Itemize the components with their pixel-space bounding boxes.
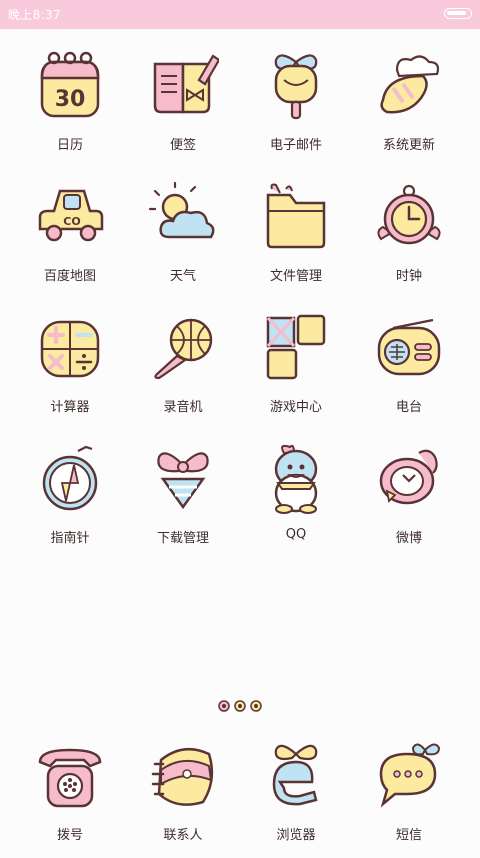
microphone-icon xyxy=(154,318,213,380)
status-time: 晚上8:37 xyxy=(8,8,61,22)
calculator-icon xyxy=(40,320,100,378)
contacts-book-icon xyxy=(151,747,214,806)
app-file-manager[interactable]: 文件管理 xyxy=(240,181,352,299)
app-label: 指南针 xyxy=(50,531,90,546)
page-dot-flower-icon[interactable] xyxy=(234,700,246,712)
game-blocks-icon xyxy=(266,314,326,380)
app-compass[interactable]: 指南针 xyxy=(14,443,126,561)
app-notepad[interactable]: 便签 xyxy=(127,50,239,168)
download-bow-icon xyxy=(157,452,209,510)
app-label: 时钟 xyxy=(395,269,422,284)
app-clock[interactable]: 时钟 xyxy=(353,181,465,299)
dock-contacts[interactable]: 联系人 xyxy=(127,740,239,858)
notepad-icon xyxy=(153,54,219,114)
app-label: 便签 xyxy=(169,138,196,153)
page-dot-flower-icon[interactable] xyxy=(218,700,230,712)
app-label: 百度地图 xyxy=(43,269,96,284)
app-label: 录音机 xyxy=(163,400,203,415)
folder-icon xyxy=(266,183,326,249)
browser-e-icon xyxy=(272,744,318,806)
dock-label: 短信 xyxy=(395,828,422,843)
calendar-day-number: 30 xyxy=(55,87,86,112)
app-label: 电子邮件 xyxy=(269,138,322,153)
compass-icon xyxy=(42,445,98,511)
dock-browser[interactable]: 浏览器 xyxy=(240,740,352,858)
status-bar: 晚上8:37 xyxy=(0,0,480,29)
email-icon xyxy=(274,54,318,120)
app-radio[interactable]: 电台 xyxy=(353,312,465,430)
app-email[interactable]: 电子邮件 xyxy=(240,50,352,168)
telephone-icon xyxy=(38,748,102,808)
app-label: 游戏中心 xyxy=(269,400,322,415)
dock-messages[interactable]: 短信 xyxy=(353,740,465,858)
app-label: 下载管理 xyxy=(156,531,209,546)
app-weibo[interactable]: 微博 xyxy=(353,443,465,561)
app-game-center[interactable]: 游戏中心 xyxy=(240,312,352,430)
weather-icon xyxy=(148,181,215,239)
radio-icon xyxy=(377,318,441,376)
weibo-icon xyxy=(379,449,438,505)
app-label: 系统更新 xyxy=(382,138,435,153)
app-calculator[interactable]: 计算器 xyxy=(14,312,126,430)
calendar-icon: 30 xyxy=(40,51,100,118)
dock-label: 拨号 xyxy=(56,828,83,843)
car-text: CO xyxy=(63,215,80,228)
dock-label: 浏览器 xyxy=(276,828,316,843)
message-bubble-icon xyxy=(379,743,441,808)
battery-icon xyxy=(444,8,472,19)
page-indicator[interactable] xyxy=(218,700,262,712)
app-label: 计算器 xyxy=(50,400,90,415)
app-calendar[interactable]: 30 日历 xyxy=(14,50,126,168)
app-label: 微博 xyxy=(395,531,422,546)
system-update-icon xyxy=(380,55,440,114)
dock-label: 联系人 xyxy=(163,828,203,843)
app-label: 电台 xyxy=(395,400,422,415)
app-qq[interactable]: QQ xyxy=(240,443,352,561)
app-label: 天气 xyxy=(169,269,196,284)
app-baidu-map[interactable]: CO 百度地图 xyxy=(14,181,126,299)
app-download-manager[interactable]: 下载管理 xyxy=(127,443,239,561)
app-recorder[interactable]: 录音机 xyxy=(127,312,239,430)
penguin-icon xyxy=(274,444,318,514)
page-dot-flower-icon[interactable] xyxy=(250,700,262,712)
battery-fill xyxy=(447,11,466,15)
app-label: QQ xyxy=(285,527,307,542)
alarm-clock-icon xyxy=(377,184,441,245)
app-label: 文件管理 xyxy=(269,269,322,284)
app-label: 日历 xyxy=(56,138,83,153)
dock-dialer[interactable]: 拨号 xyxy=(14,740,126,858)
app-system-update[interactable]: 系统更新 xyxy=(353,50,465,168)
car-map-icon: CO xyxy=(38,189,104,242)
app-weather[interactable]: 天气 xyxy=(127,181,239,299)
